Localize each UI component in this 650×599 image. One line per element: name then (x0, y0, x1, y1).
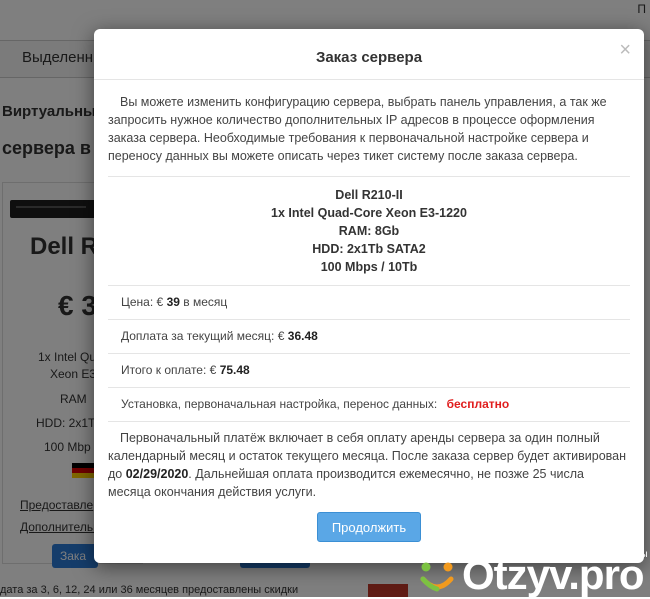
price-row: Цена: € 39 в месяц (108, 285, 630, 319)
continue-button[interactable]: Продолжить (317, 512, 421, 542)
modal-body: Вы можете изменить конфигурацию сервера,… (108, 93, 630, 501)
modal-header: Заказ сервера × (94, 29, 644, 80)
current-month-label: Доплата за текущий месяц: (121, 329, 275, 343)
close-icon[interactable]: × (619, 40, 631, 60)
total-currency: € (209, 363, 217, 377)
spec-bandwidth: 100 Mbps / 10Tb (320, 260, 418, 274)
intro-text: Вы можете изменить конфигурацию сервера,… (108, 95, 607, 163)
price-label: Цена: (121, 295, 154, 309)
current-month-amount: 36.48 (287, 329, 318, 343)
total-row: Итого к оплате: € 75.48 (108, 353, 630, 387)
total-amount: 75.48 (219, 363, 250, 377)
price-currency: € (156, 295, 164, 309)
current-month-row: Доплата за текущий месяц: € 36.48 (108, 319, 630, 353)
setup-value: бесплатно (446, 397, 510, 411)
price-suffix: в месяц (183, 295, 228, 309)
order-server-modal: Заказ сервера × Вы можете изменить конфи… (94, 29, 644, 563)
spec-model: Dell R210-II (335, 188, 403, 202)
modal-title: Заказ сервера (315, 49, 423, 66)
spec-cpu: 1x Intel Quad-Core Xeon E3-1220 (271, 206, 467, 220)
total-label: Итого к оплате: (121, 363, 207, 377)
current-month-currency: € (277, 329, 285, 343)
otzyv-logo-icon (420, 562, 454, 592)
setup-label: Установка, первоначальная настройка, пер… (121, 397, 438, 411)
server-specs: Dell R210-II 1x Intel Quad-Core Xeon E3-… (108, 177, 630, 285)
payment-note: Первоначальный платёж включает в себя оп… (108, 422, 630, 501)
price-amount: 39 (166, 295, 180, 309)
spec-ram: RAM: 8Gb (338, 224, 400, 238)
activation-date: 02/29/2020 (125, 467, 189, 481)
watermark-logo-text: Otzyv.pro (462, 551, 645, 598)
setup-row: Установка, первоначальная настройка, пер… (108, 387, 630, 421)
spec-hdd: HDD: 2x1Tb SATA2 (312, 242, 426, 256)
